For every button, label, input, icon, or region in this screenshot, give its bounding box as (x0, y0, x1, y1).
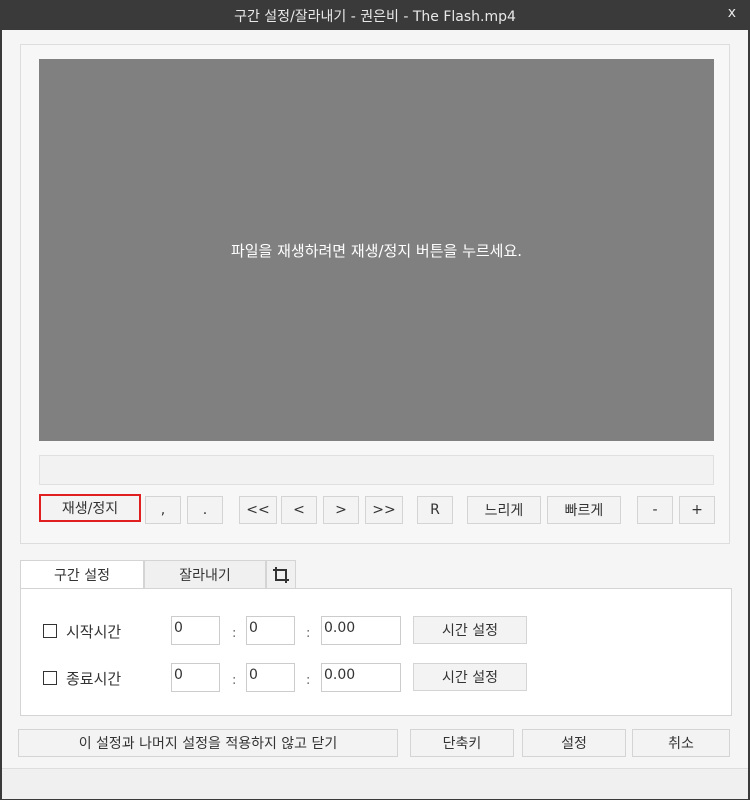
close-button[interactable]: x (728, 5, 736, 21)
volume-down-button[interactable]: - (637, 496, 673, 524)
faster-button[interactable]: 빠르게 (547, 496, 621, 524)
colon-separator: : (232, 626, 237, 641)
colon-separator: : (306, 626, 311, 641)
player-panel: 파일을 재생하려면 재생/정지 버튼을 누르세요. 재생/정지 , . << <… (20, 44, 730, 544)
video-area[interactable]: 파일을 재생하려면 재생/정지 버튼을 누르세요. (39, 59, 714, 441)
play-stop-button[interactable]: 재생/정지 (39, 494, 141, 522)
end-minutes-field[interactable]: 0 (246, 663, 295, 692)
start-time-label: 시작시간 (66, 623, 122, 641)
slower-button[interactable]: 느리게 (467, 496, 541, 524)
end-time-label: 종료시간 (66, 670, 122, 688)
start-time-set-button[interactable]: 시간 설정 (413, 616, 527, 644)
colon-separator: : (306, 673, 311, 688)
start-time-row: 시작시간 0 : 0 : 0.00 시간 설정 (21, 616, 731, 646)
rewind-fast-button[interactable]: << (239, 496, 277, 524)
crop-icon (273, 566, 289, 583)
end-time-row: 종료시간 0 : 0 : 0.00 시간 설정 (21, 663, 731, 693)
start-hours-field[interactable]: 0 (171, 616, 220, 645)
shortcuts-button[interactable]: 단축키 (410, 729, 514, 757)
start-minutes-field[interactable]: 0 (246, 616, 295, 645)
forward-fast-button[interactable]: >> (365, 496, 403, 524)
volume-up-button[interactable]: + (679, 496, 715, 524)
start-time-checkbox[interactable] (43, 624, 57, 638)
next-frame-button[interactable]: . (187, 496, 223, 524)
start-seconds-field[interactable]: 0.00 (321, 616, 401, 645)
tab-cut[interactable]: 잘라내기 (144, 560, 266, 588)
rewind-button[interactable]: < (281, 496, 317, 524)
title-bar[interactable]: 구간 설정/잘라내기 - 권은비 - The Flash.mp4 x (0, 0, 750, 30)
window-title: 구간 설정/잘라내기 - 권은비 - The Flash.mp4 (234, 9, 516, 25)
end-time-checkbox[interactable] (43, 671, 57, 685)
range-settings-panel: 시작시간 0 : 0 : 0.00 시간 설정 종료시간 0 : 0 : 0.0… (20, 588, 732, 716)
cancel-button[interactable]: 취소 (632, 729, 730, 757)
tab-range-setting[interactable]: 구간 설정 (20, 560, 144, 588)
status-bar (2, 768, 748, 799)
end-seconds-field[interactable]: 0.00 (321, 663, 401, 692)
repeat-button[interactable]: R (417, 496, 453, 524)
dialog-window: 구간 설정/잘라내기 - 권은비 - The Flash.mp4 x 파일을 재… (0, 0, 750, 800)
end-hours-field[interactable]: 0 (171, 663, 220, 692)
end-time-set-button[interactable]: 시간 설정 (413, 663, 527, 691)
seek-bar[interactable] (39, 455, 714, 485)
forward-button[interactable]: > (323, 496, 359, 524)
settings-button[interactable]: 설정 (522, 729, 626, 757)
close-without-apply-button[interactable]: 이 설정과 나머지 설정을 적용하지 않고 닫기 (18, 729, 398, 757)
dialog-body: 파일을 재생하려면 재생/정지 버튼을 누르세요. 재생/정지 , . << <… (2, 30, 748, 799)
prev-frame-button[interactable]: , (145, 496, 181, 524)
colon-separator: : (232, 673, 237, 688)
video-message: 파일을 재생하려면 재생/정지 버튼을 누르세요. (230, 241, 523, 260)
tab-crop[interactable] (266, 560, 296, 588)
